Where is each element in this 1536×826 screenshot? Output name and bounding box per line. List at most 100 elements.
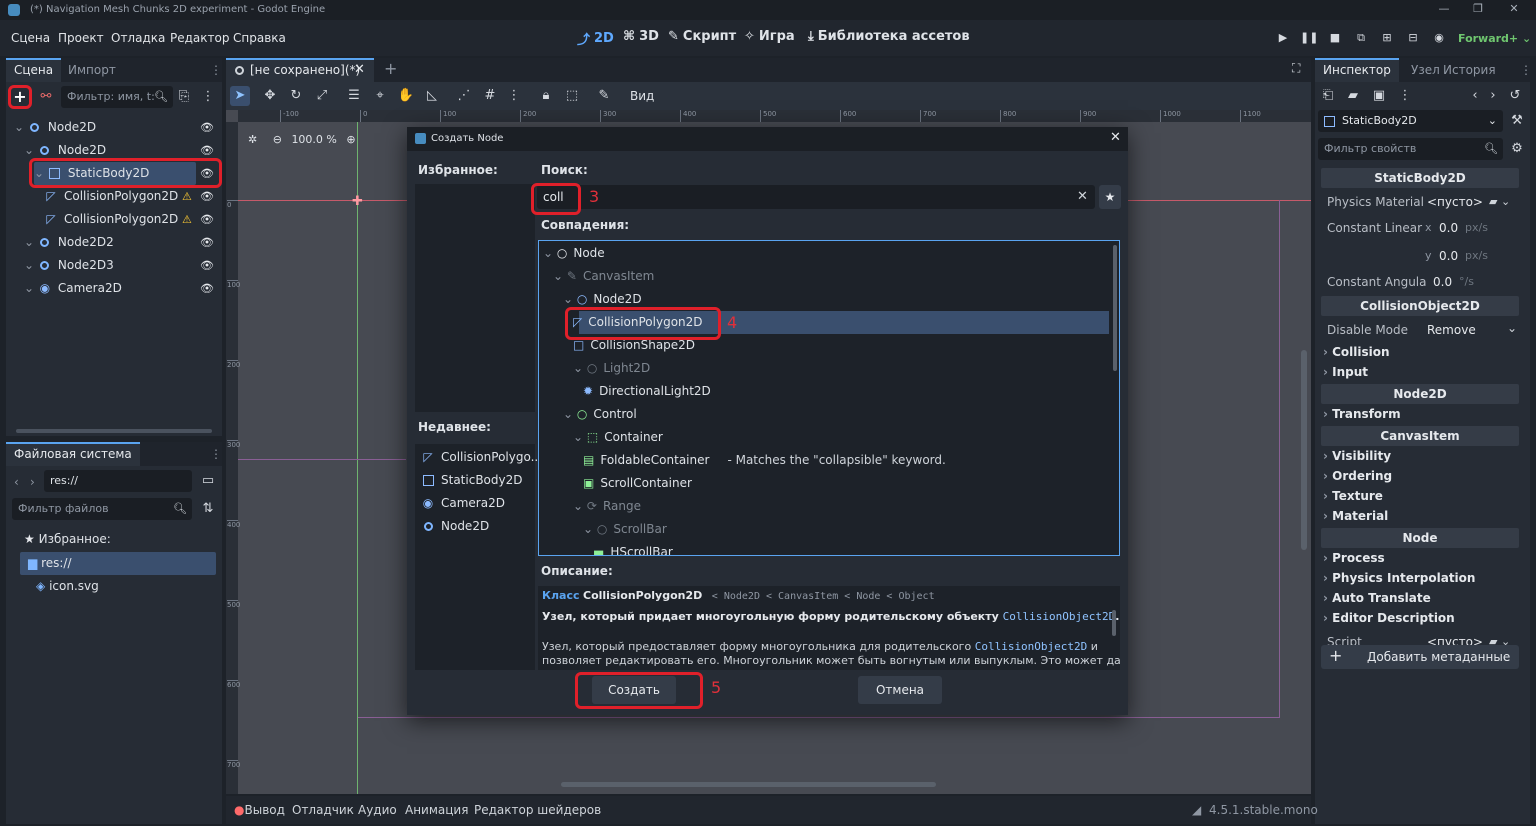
shader-editor-tab[interactable]: Редактор шейдеров [474, 803, 601, 817]
chevron-down-icon[interactable]: ⌄ [553, 269, 567, 283]
menu-editor[interactable]: Редактор [170, 31, 229, 45]
scene-tree-row[interactable]: ⌄ Node2D3 👁︎ [6, 254, 222, 277]
scene-tree-row[interactable]: ⌄ Node2D2 👁︎ [6, 231, 222, 254]
chevron-down-icon[interactable]: ⌄ [573, 499, 587, 513]
scene-options-button[interactable]: ⋮ [198, 87, 218, 107]
play-custom-scene-button[interactable]: ⊟ [1404, 29, 1422, 47]
visibility-eye-icon[interactable]: 👁︎ [200, 208, 214, 231]
visibility-eye-icon[interactable]: 👁︎ [200, 231, 214, 254]
open-resource-button[interactable]: ▰ [1343, 86, 1363, 106]
chevron-down-icon[interactable]: ⌄ [583, 522, 597, 536]
matches-scrollbar[interactable] [1113, 245, 1117, 371]
favorite-toggle-button[interactable]: ★ [1099, 185, 1121, 209]
property-row[interactable]: y 0.0 px/s [1321, 244, 1521, 270]
tab-scene[interactable]: Сцена [6, 58, 62, 82]
scene-tree-scrollbar[interactable] [16, 429, 212, 433]
property-group[interactable]: › Physics Interpolation [1323, 571, 1475, 585]
skeleton-button[interactable]: ✎ [594, 86, 614, 106]
workspace-assetlib-button[interactable]: ⤓ Библиотека ассетов [808, 29, 970, 44]
path-input[interactable]: res:// [44, 470, 192, 492]
visibility-eye-icon[interactable]: 👁︎ [200, 254, 214, 277]
workspace-3d-button[interactable]: ⌘ 3D [623, 29, 659, 44]
match-row[interactable]: ⌄ ○ Node [539, 242, 1109, 265]
menu-debug[interactable]: Отладка [111, 31, 165, 45]
scene-tree-row[interactable]: ⌄ Node2D 👁︎ [6, 116, 222, 139]
audio-tab[interactable]: Аудио [358, 803, 397, 817]
section-header[interactable]: Node [1321, 528, 1519, 548]
move-mode-button[interactable]: ✥ [260, 86, 280, 106]
match-row[interactable]: ▬ HScrollBar [539, 541, 1109, 555]
chevron-down-icon[interactable]: ⌄ [573, 430, 587, 444]
view-menu[interactable]: Вид [630, 89, 654, 103]
menu-help[interactable]: Справка [233, 31, 286, 45]
scene-tab-unsaved[interactable]: [не сохранено](*) ✕ [226, 58, 374, 82]
tab-inspector[interactable]: Инспектор [1315, 58, 1399, 82]
select-mode-button[interactable]: ➤ [230, 86, 250, 106]
chevron-down-icon[interactable]: ⌄ [24, 143, 38, 157]
chevron-down-icon[interactable]: ⌄ [543, 246, 557, 260]
description-scrollbar[interactable] [1112, 610, 1116, 636]
property-group[interactable]: › Auto Translate [1323, 591, 1431, 605]
recent-item[interactable]: ◉ Camera2D [421, 492, 505, 515]
renderer-select[interactable]: Forward+ ⌄ [1458, 32, 1531, 45]
new-scene-tab-button[interactable]: + [384, 59, 397, 78]
zoom-reset-button[interactable]: 100.0 % [291, 133, 336, 146]
scale-mode-button[interactable]: ⤢ [312, 86, 332, 106]
close-window-button[interactable]: ✕ [1506, 2, 1522, 18]
workspace-script-button[interactable]: ✎ Скрипт [668, 29, 736, 44]
res-folder-item[interactable]: ▆ res:// [20, 552, 216, 575]
favorites-item[interactable]: ★ Избранное: [24, 528, 111, 551]
visibility-eye-icon[interactable]: 👁︎ [200, 185, 214, 208]
dock-menu-icon[interactable]: ⋮ [210, 63, 222, 77]
ruler-mode-button[interactable]: ◺ [422, 86, 442, 106]
stop-button[interactable]: ■ [1326, 29, 1344, 47]
forward-arrow-icon[interactable]: › [30, 475, 35, 489]
property-value[interactable]: 0.0 [1433, 275, 1452, 289]
property-value[interactable]: Remove [1427, 323, 1476, 337]
tab-history[interactable]: История [1435, 58, 1504, 82]
zoom-out-button[interactable]: ⊖ [273, 133, 282, 146]
property-row[interactable]: Constant Angula 0.0 °/s [1321, 270, 1521, 296]
rotate-mode-button[interactable]: ↻ [286, 86, 306, 106]
chevron-down-icon[interactable]: ⌄ [573, 361, 587, 375]
tab-filesystem[interactable]: Файловая система [6, 442, 140, 466]
remote-debug-button[interactable]: ⧉ [1352, 29, 1370, 47]
section-header[interactable]: CollisionObject2D [1321, 296, 1519, 316]
pivot-button[interactable]: ⌖ [370, 86, 390, 106]
object-history-button[interactable]: ↺ [1505, 86, 1525, 106]
chevron-down-icon[interactable]: ⌄ [1507, 321, 1517, 335]
dialog-close-button[interactable]: ✕ [1110, 130, 1121, 145]
property-filter-input[interactable]: Фильтр свойств 🔍︎ [1318, 138, 1503, 160]
tab-import[interactable]: Импорт [60, 58, 124, 82]
history-forward-button[interactable]: › [1483, 86, 1503, 106]
menu-scene[interactable]: Сцена [11, 31, 50, 45]
viewport-v-scrollbar[interactable] [1301, 350, 1307, 550]
section-header[interactable]: StaticBody2D [1321, 168, 1519, 188]
match-row[interactable]: ⌄ ○ Light2D [539, 357, 1109, 380]
new-resource-button[interactable]: ⎗ [1318, 86, 1338, 106]
chevron-down-icon[interactable]: ⌄ [24, 235, 38, 249]
property-group[interactable]: › Ordering [1323, 469, 1392, 483]
grid-snap-button[interactable]: # [480, 86, 500, 106]
match-row[interactable]: ⌄ ✎ CanvasItem [539, 265, 1109, 288]
play-project-button[interactable]: ▶ [1274, 29, 1292, 47]
warning-icon[interactable]: ⚠ [182, 208, 192, 231]
scene-filter-input[interactable]: Фильтр: имя, t: 🔍︎ [61, 86, 173, 108]
workspace-game-button[interactable]: ✧ Игра [744, 29, 795, 44]
minimize-button[interactable]: — [1436, 2, 1452, 18]
property-value[interactable]: 0.0 [1439, 221, 1458, 235]
output-tab[interactable]: ●Вывод [234, 803, 285, 817]
resource-options-button[interactable]: ⋮ [1395, 86, 1415, 106]
property-row[interactable]: Disable Mode Remove ⌄ [1321, 318, 1521, 344]
dock-menu-icon[interactable]: ⋮ [1520, 63, 1532, 77]
object-tools-button[interactable]: ⚒ [1507, 111, 1527, 131]
file-filter-input[interactable]: Фильтр файлов 🔍︎ [12, 498, 192, 520]
visibility-eye-icon[interactable]: 👁︎ [200, 277, 214, 300]
property-options-button[interactable]: ⚙ [1507, 139, 1527, 159]
split-mode-button[interactable]: ▭ [198, 471, 218, 491]
attach-script-button[interactable]: ⎘ [174, 87, 194, 107]
center-view-icon[interactable]: ✲ [248, 133, 257, 146]
chevron-down-icon[interactable]: ⌄ [563, 407, 577, 421]
movie-maker-button[interactable]: ◉ [1430, 29, 1448, 47]
match-row[interactable]: ▤ FoldableContainer - Matches the "collaps… [539, 449, 1109, 472]
